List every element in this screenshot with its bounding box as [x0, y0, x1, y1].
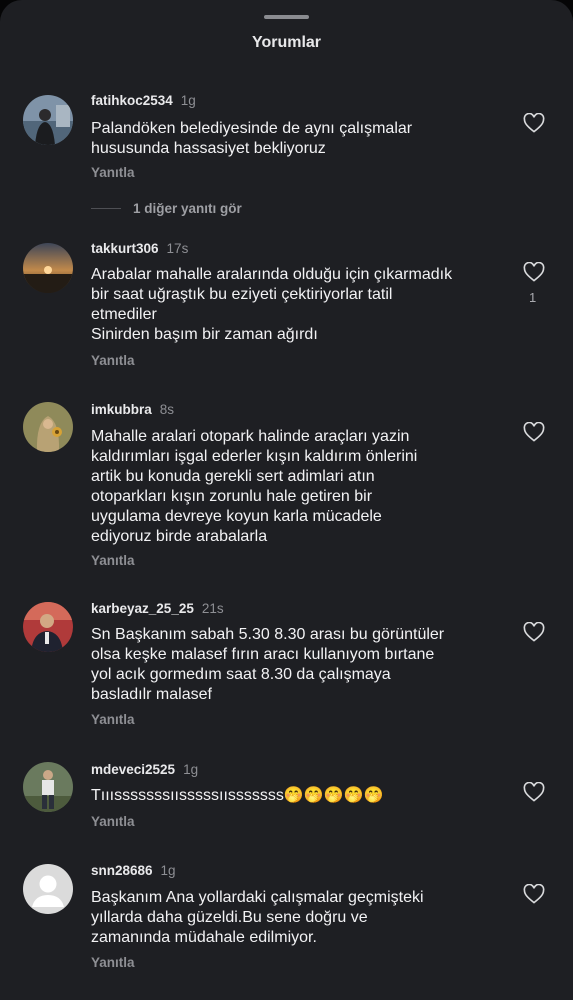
- username[interactable]: imkubbra: [91, 402, 152, 417]
- comment-line: zamanında müdahale edilmiyor.: [91, 929, 317, 946]
- avatar[interactable]: [23, 762, 73, 812]
- heart-outline-icon[interactable]: [523, 622, 545, 642]
- username[interactable]: snn28686: [91, 863, 153, 878]
- comment-line: otoparkları kışın zorunlu hale getiren b…: [91, 488, 373, 505]
- comment-line: Arabalar mahalle aralarında olduğu için …: [91, 266, 453, 283]
- username[interactable]: fatihkoc2534: [91, 93, 173, 108]
- reply-button[interactable]: Yanıtla: [91, 165, 135, 180]
- sheet-title: Yorumlar: [251, 34, 322, 51]
- heart-outline-icon[interactable]: [523, 262, 545, 282]
- avatar[interactable]: [23, 864, 73, 914]
- drag-handle[interactable]: [264, 15, 309, 19]
- reply-button[interactable]: Yanıtla: [91, 712, 135, 727]
- timestamp: 17s: [166, 241, 189, 256]
- comment-text: Tııısssssssıısssssıısssssss🤭🤭🤭🤭🤭: [91, 786, 506, 806]
- username[interactable]: takkurt306: [91, 241, 159, 256]
- reply-button[interactable]: Yanıtla: [91, 814, 135, 829]
- comment-text: Palandöken belediyesinde de aynı çalışma…: [91, 119, 506, 159]
- comment-line: artik bu konuda gerekli sert adimlari at…: [91, 468, 375, 485]
- comment-line: kaldırımları işgal ederler kışın kaldırı…: [91, 448, 418, 465]
- comments-sheet: Yorumlar fatihkoc2534 1g Palandöken beled…: [0, 0, 573, 1000]
- heart-outline-icon[interactable]: [523, 782, 545, 802]
- heart-outline-icon[interactable]: [523, 113, 545, 133]
- view-more-replies-label: 1 diğer yanıtı gör: [133, 201, 242, 216]
- comment-meta: mdeveci2525 1g: [91, 762, 198, 777]
- view-more-replies-button[interactable]: 1 diğer yanıtı gör: [91, 201, 242, 216]
- comment-meta: imkubbra 8s: [91, 402, 174, 417]
- comment-line: Sn Başkanım sabah 5.30 8.30 arası bu gör…: [91, 626, 445, 643]
- avatar[interactable]: [23, 243, 73, 293]
- avatar[interactable]: [23, 602, 73, 652]
- username[interactable]: mdeveci2525: [91, 762, 175, 777]
- comment-line: etmediler: [91, 306, 157, 323]
- comment-line: Başkanım Ana yollardaki çalışmalar geçmi…: [91, 889, 424, 906]
- comment-meta: takkurt306 17s: [91, 241, 188, 256]
- comment-text: Sn Başkanım sabah 5.30 8.30 arası bu gör…: [91, 625, 506, 705]
- timestamp: 8s: [159, 402, 175, 417]
- heart-outline-icon[interactable]: [523, 884, 545, 904]
- comment-line: yıllarda daha güzeldi.Bu sene doğru ve: [91, 909, 368, 926]
- comment-line: Tııısssssssıısssssıısssssss🤭🤭🤭🤭🤭: [91, 786, 506, 806]
- heart-outline-icon[interactable]: [523, 422, 545, 442]
- comment-line: basladılr malasef: [91, 686, 212, 703]
- comment-meta: fatihkoc2534 1g: [91, 93, 196, 108]
- comment-line: bir saat uğraştık bu eziyeti çektiriyorl…: [91, 286, 393, 303]
- comment-meta: snn28686 1g: [91, 863, 176, 878]
- comment-line: hususunda hassasiyet bekliyoruz: [91, 140, 326, 157]
- reply-button[interactable]: Yanıtla: [91, 353, 135, 368]
- comment-line: Mahalle aralari otopark halinde araçları…: [91, 428, 410, 445]
- comment-line: ediyoruz birde arabalarla: [91, 528, 268, 545]
- avatar[interactable]: [23, 402, 73, 452]
- comment-text: Başkanım Ana yollardaki çalışmalar geçmi…: [91, 888, 506, 948]
- comment-line: olsa keşke malasef fırın aracı kullanıyo…: [91, 646, 435, 663]
- timestamp: 1g: [183, 762, 199, 777]
- username[interactable]: karbeyaz_25_25: [91, 601, 194, 616]
- emoji-row: 🤭🤭🤭🤭🤭: [283, 787, 384, 804]
- comment-line: yol acık gormedım saat 8.30 da çalışmaya: [91, 666, 391, 683]
- comment-line: uygulama devreye koyun karla mücadele: [91, 508, 382, 525]
- comment-text: Arabalar mahalle aralarında olduğu için …: [91, 265, 506, 345]
- timestamp: 1g: [180, 93, 196, 108]
- avatar[interactable]: [23, 95, 73, 145]
- comment-meta: karbeyaz_25_25 21s: [91, 601, 224, 616]
- like-count: 1: [529, 290, 537, 305]
- comment-text: Mahalle aralari otopark halinde araçları…: [91, 427, 506, 547]
- reply-button[interactable]: Yanıtla: [91, 553, 135, 568]
- timestamp: 21s: [201, 601, 224, 616]
- timestamp: 1g: [160, 863, 176, 878]
- reply-thread-line: [91, 208, 121, 209]
- comment-line: Sinirden başım bir zaman ağırdı: [91, 326, 318, 343]
- comment-text-content: Tııısssssssıısssssıısssssss: [91, 787, 284, 804]
- comment-line: Palandöken belediyesinde de aynı çalışma…: [91, 120, 413, 137]
- reply-button[interactable]: Yanıtla: [91, 955, 135, 970]
